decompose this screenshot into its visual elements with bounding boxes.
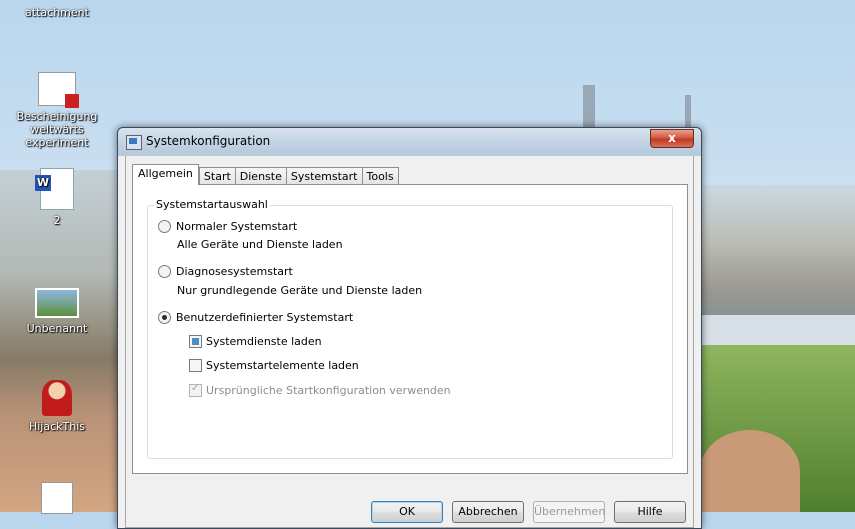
checkbox-unchecked[interactable] (189, 359, 202, 372)
checkbox-use-original-boot-config: Ursprüngliche Startkonfiguration verwend… (189, 383, 451, 397)
radio-button[interactable] (158, 265, 171, 278)
title-bar[interactable]: Systemkonfiguration x (118, 128, 701, 156)
help-button[interactable]: Hilfe (614, 501, 686, 523)
desktop-icon-unbenannt[interactable]: Unbenannt (7, 288, 107, 335)
checkbox-checked-disabled (189, 383, 202, 397)
tab-allgemein[interactable]: Allgemein (132, 164, 199, 185)
startup-selection-group: Systemstartauswahl Normaler Systemstart … (147, 198, 673, 459)
radio-diagnostic-startup[interactable]: Diagnosesystemstart (158, 265, 293, 278)
ok-button[interactable]: OK (371, 501, 443, 523)
radio-normal-startup[interactable]: Normaler Systemstart (158, 220, 297, 233)
cancel-button[interactable]: Abbrechen (452, 501, 524, 523)
systemkonfiguration-window: Systemkonfiguration x Allgemein Start Di… (117, 127, 702, 529)
radio-button-selected[interactable] (158, 311, 171, 324)
desktop-icon-label: HijackThis (28, 420, 86, 433)
desktop-wallpaper-figure (700, 430, 800, 512)
checkbox-label: Ursprüngliche Startkonfiguration verwend… (206, 384, 451, 397)
close-button[interactable]: x (650, 129, 694, 148)
image-file-icon (35, 288, 79, 318)
tab-strip: Allgemein Start Dienste Systemstart Tool… (132, 164, 399, 185)
option-description: Nur grundlegende Geräte und Dienste lade… (177, 284, 423, 297)
desktop-icon-hijackthis[interactable]: HijackThis (7, 380, 107, 433)
msconfig-icon (126, 135, 142, 150)
option-description: Alle Geräte und Dienste laden (177, 238, 343, 251)
checkbox-load-startup-items[interactable]: Systemstartelemente laden (189, 359, 359, 372)
wallpaper-spire (583, 85, 595, 130)
checkbox-label: Systemdienste laden (206, 335, 322, 348)
radio-label: Benutzerdefinierter Systemstart (176, 311, 354, 324)
desktop-wallpaper-river (695, 315, 855, 345)
checkbox-label: Systemstartelemente laden (206, 359, 359, 372)
desktop-icon-label: Unbenannt (26, 322, 88, 335)
tab-panel-allgemein: Systemstartauswahl Normaler Systemstart … (132, 184, 688, 474)
desktop-icon-attachment[interactable]: attachment (7, 6, 107, 19)
checkbox-indeterminate[interactable] (189, 335, 202, 348)
word-document-icon (35, 168, 74, 210)
group-title: Systemstartauswahl (154, 198, 270, 211)
tab-tools[interactable]: Tools (361, 167, 399, 185)
tab-dienste[interactable]: Dienste (234, 167, 286, 185)
desktop-icon-label: Bescheinigung weltwärts experiment (16, 110, 98, 149)
radio-label: Normaler Systemstart (176, 220, 298, 233)
file-icon (41, 482, 73, 514)
window-title: Systemkonfiguration (146, 134, 271, 148)
checkbox-load-system-services[interactable]: Systemdienste laden (189, 335, 322, 348)
apply-button: Übernehmen (533, 501, 605, 523)
tab-start[interactable]: Start (198, 167, 235, 185)
desktop-icon-label: attachment (25, 6, 89, 19)
desktop-icon-label: 2 (53, 214, 61, 227)
desktop-icon-2[interactable]: 2 (7, 168, 107, 227)
radio-selective-startup[interactable]: Benutzerdefinierter Systemstart (158, 311, 353, 324)
desktop-wallpaper-city (695, 185, 855, 325)
radio-button[interactable] (158, 220, 171, 233)
radio-label: Diagnosesystemstart (176, 265, 293, 278)
hijackthis-icon (42, 380, 72, 416)
dialog-client-area: Allgemein Start Dienste Systemstart Tool… (125, 156, 694, 528)
pdf-file-icon (38, 72, 79, 108)
desktop-icon-bescheinigung[interactable]: Bescheinigung weltwärts experiment (4, 72, 110, 149)
desktop-icon-file[interactable] (7, 482, 107, 518)
tab-systemstart[interactable]: Systemstart (285, 167, 362, 185)
